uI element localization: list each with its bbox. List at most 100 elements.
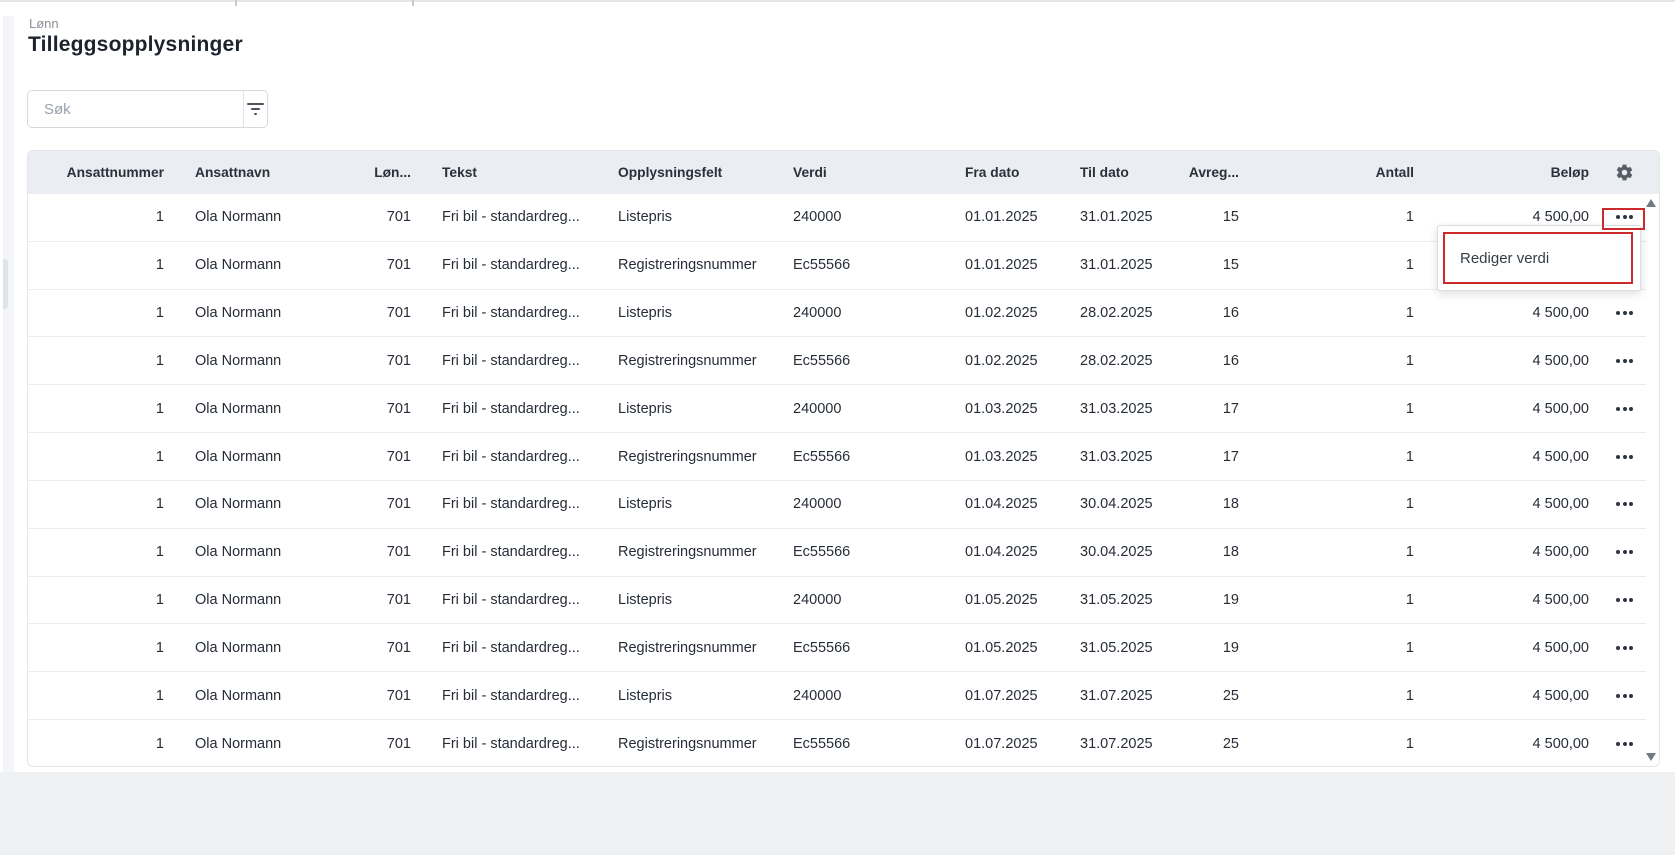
filter-button[interactable]	[243, 91, 267, 127]
cell-ansattnavn: Ola Normann	[178, 337, 373, 384]
cell-avregning: 19	[1175, 577, 1253, 624]
scroll-down-icon[interactable]	[1646, 753, 1656, 761]
row-actions-button[interactable]	[1614, 642, 1635, 654]
cell-ansattnummer: 1	[28, 194, 178, 241]
cell-lonnsart: 701	[373, 481, 425, 528]
cell-til_dato: 31.01.2025	[1063, 242, 1175, 289]
ellipsis-icon	[1616, 550, 1620, 554]
table-row: 1Ola Normann701Fri bil - standardreg...L…	[28, 672, 1646, 720]
cell-antall: 1	[1253, 242, 1428, 289]
cell-fra_dato: 01.01.2025	[948, 194, 1063, 241]
cell-tekst: Fri bil - standardreg...	[425, 242, 601, 289]
cell-antall: 1	[1253, 385, 1428, 432]
column-header-opplysningsfelt[interactable]: Opplysningsfelt	[601, 151, 776, 194]
cell-lonnsart: 701	[373, 577, 425, 624]
row-actions-button[interactable]	[1614, 546, 1635, 558]
ellipsis-icon	[1623, 215, 1627, 219]
cell-til_dato: 31.05.2025	[1063, 577, 1175, 624]
cell-antall: 1	[1253, 720, 1428, 768]
cell-avregning: 18	[1175, 529, 1253, 576]
ellipsis-icon	[1623, 407, 1627, 411]
cell-belop: 4 500,00	[1428, 720, 1603, 768]
row-actions-button[interactable]	[1614, 307, 1635, 319]
menu-item-rediger-verdi[interactable]: Rediger verdi	[1445, 250, 1549, 267]
cell-verdi: 240000	[776, 481, 948, 528]
row-actions-button[interactable]	[1614, 403, 1635, 415]
cell-lonnsart: 701	[373, 624, 425, 671]
cell-opplysningsfelt: Registreringsnummer	[601, 242, 776, 289]
column-header-avregning[interactable]: Avreg...	[1175, 151, 1253, 194]
cell-opplysningsfelt: Registreringsnummer	[601, 624, 776, 671]
row-actions-button[interactable]	[1614, 498, 1635, 510]
column-header-antall[interactable]: Antall	[1253, 151, 1428, 194]
cell-verdi: Ec55566	[776, 720, 948, 768]
cell-lonnsart: 701	[373, 720, 425, 768]
cell-tekst: Fri bil - standardreg...	[425, 337, 601, 384]
row-actions-button[interactable]	[1614, 355, 1635, 367]
cell-actions	[1603, 529, 1646, 576]
cell-avregning: 15	[1175, 194, 1253, 241]
column-header-tekst[interactable]: Tekst	[425, 151, 601, 194]
ellipsis-icon	[1623, 646, 1627, 650]
table-row: 1Ola Normann701Fri bil - standardreg...R…	[28, 337, 1646, 385]
ellipsis-icon	[1623, 311, 1627, 315]
row-actions-button[interactable]	[1614, 738, 1635, 750]
column-header-ansattnummer[interactable]: Ansattnummer	[28, 151, 178, 194]
cell-avregning: 17	[1175, 385, 1253, 432]
ellipsis-icon	[1629, 311, 1633, 315]
table-settings-button[interactable]	[1603, 151, 1646, 194]
cell-ansattnavn: Ola Normann	[178, 529, 373, 576]
cell-fra_dato: 01.07.2025	[948, 672, 1063, 719]
cell-antall: 1	[1253, 529, 1428, 576]
ellipsis-icon	[1623, 359, 1627, 363]
row-actions-button[interactable]	[1614, 211, 1635, 223]
cell-opplysningsfelt: Listepris	[601, 290, 776, 337]
cell-ansattnavn: Ola Normann	[178, 720, 373, 768]
cell-belop: 4 500,00	[1428, 385, 1603, 432]
footer-background	[0, 772, 1675, 855]
cell-tekst: Fri bil - standardreg...	[425, 290, 601, 337]
ellipsis-icon	[1629, 215, 1633, 219]
row-actions-button[interactable]	[1614, 594, 1635, 606]
cell-opplysningsfelt: Registreringsnummer	[601, 433, 776, 480]
ellipsis-icon	[1623, 694, 1627, 698]
cell-fra_dato: 01.05.2025	[948, 624, 1063, 671]
cell-opplysningsfelt: Registreringsnummer	[601, 337, 776, 384]
cell-ansattnavn: Ola Normann	[178, 242, 373, 289]
cell-opplysningsfelt: Listepris	[601, 577, 776, 624]
cell-fra_dato: 01.01.2025	[948, 242, 1063, 289]
left-scrollbar-thumb[interactable]	[3, 259, 8, 309]
cell-ansattnavn: Ola Normann	[178, 481, 373, 528]
cell-verdi: 240000	[776, 385, 948, 432]
cell-antall: 1	[1253, 337, 1428, 384]
tab-divider-tick	[235, 0, 237, 6]
cell-verdi: Ec55566	[776, 337, 948, 384]
search-input[interactable]	[28, 91, 243, 127]
cell-opplysningsfelt: Listepris	[601, 385, 776, 432]
ellipsis-icon	[1629, 502, 1633, 506]
cell-ansattnavn: Ola Normann	[178, 433, 373, 480]
cell-fra_dato: 01.04.2025	[948, 529, 1063, 576]
ellipsis-icon	[1629, 646, 1633, 650]
row-actions-button[interactable]	[1614, 451, 1635, 463]
tab-divider-tick	[412, 0, 414, 6]
cell-verdi: 240000	[776, 194, 948, 241]
cell-fra_dato: 01.03.2025	[948, 385, 1063, 432]
row-actions-button[interactable]	[1614, 690, 1635, 702]
table-row: 1Ola Normann701Fri bil - standardreg...L…	[28, 577, 1646, 625]
column-header-lonnsart[interactable]: Løn...	[373, 151, 425, 194]
column-header-verdi[interactable]: Verdi	[776, 151, 948, 194]
cell-lonnsart: 701	[373, 433, 425, 480]
cell-tekst: Fri bil - standardreg...	[425, 194, 601, 241]
table-header-row: AnsattnummerAnsattnavnLøn...TekstOpplysn…	[28, 151, 1659, 194]
scroll-up-icon[interactable]	[1646, 199, 1656, 207]
column-header-belop[interactable]: Beløp	[1428, 151, 1603, 194]
column-header-til_dato[interactable]: Til dato	[1063, 151, 1175, 194]
column-header-fra_dato[interactable]: Fra dato	[948, 151, 1063, 194]
cell-tekst: Fri bil - standardreg...	[425, 433, 601, 480]
column-header-ansattnavn[interactable]: Ansattnavn	[178, 151, 373, 194]
cell-tekst: Fri bil - standardreg...	[425, 672, 601, 719]
ellipsis-icon	[1623, 455, 1627, 459]
cell-fra_dato: 01.03.2025	[948, 433, 1063, 480]
cell-fra_dato: 01.04.2025	[948, 481, 1063, 528]
